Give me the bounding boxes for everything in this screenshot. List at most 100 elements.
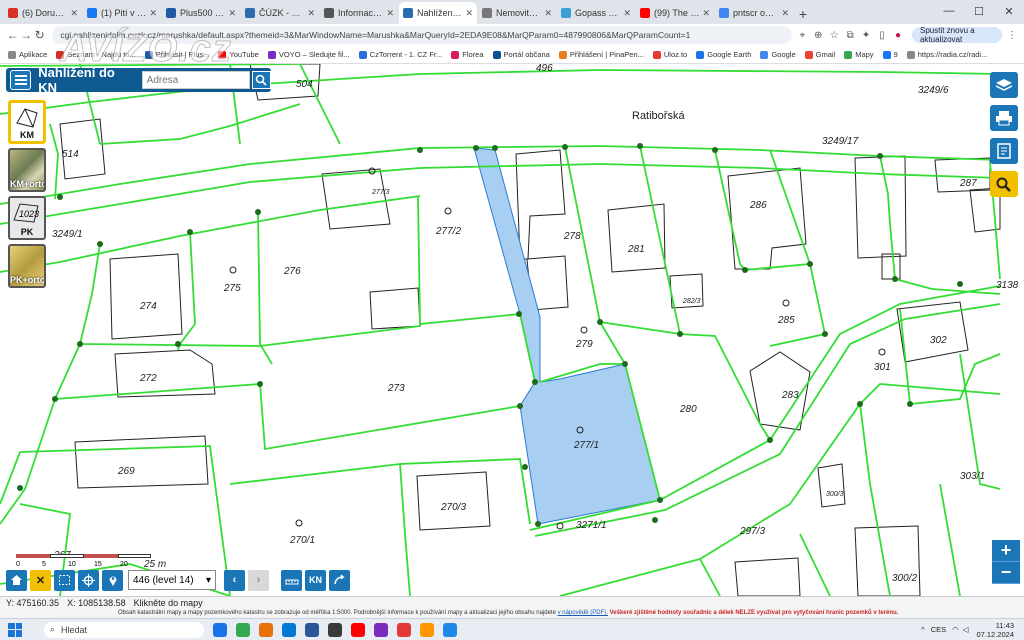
clear-button[interactable]: ✕ (30, 569, 51, 591)
menu-dots-icon[interactable]: ⋮ (1006, 30, 1018, 41)
update-button[interactable]: Spustit znovu a aktualizovat (911, 26, 1003, 44)
tab-close-icon[interactable]: ✕ (228, 8, 236, 19)
bookmark-item[interactable]: YouTube (218, 50, 259, 59)
locate-button[interactable] (78, 569, 99, 591)
kn-button[interactable]: KN (305, 569, 326, 591)
wifi-icon[interactable]: ◠ (952, 625, 959, 634)
parcel-label: 285 (777, 315, 795, 326)
identify-button[interactable] (990, 171, 1018, 197)
help-link[interactable]: v nápovědě (PDF). (558, 610, 608, 616)
browser-tab[interactable]: Informace o pozc✕ (320, 2, 398, 24)
tab-close-icon[interactable]: ✕ (544, 8, 552, 19)
bookmark-item[interactable]: Přihlásit | Plus... (144, 50, 209, 59)
browser-tab[interactable]: Nemovitosti na p✕ (478, 2, 556, 24)
browser-tab[interactable]: (1) Pití v historic✕ (83, 2, 161, 24)
chevron-up-icon[interactable]: ^ (921, 625, 925, 634)
taskbar-app-icon[interactable] (213, 622, 227, 637)
tab-close-icon[interactable]: ✕ (386, 8, 394, 19)
browser-tab[interactable]: (6) Doručené - Se✕ (4, 2, 82, 24)
measure-button[interactable] (281, 569, 302, 591)
marker-button[interactable] (102, 569, 123, 591)
reload-icon[interactable]: ↻ (33, 28, 46, 42)
highlighted-parcel[interactable] (473, 147, 661, 525)
url-field[interactable]: cgi. nahlizenidokn.cuzk.cz/marushka/defa… (52, 26, 793, 44)
taskbar-app-icon[interactable] (305, 622, 319, 637)
close-window-button[interactable]: ✕ (994, 0, 1024, 22)
minimize-button[interactable]: — (934, 0, 964, 22)
taskbar-app-icon[interactable] (374, 622, 388, 637)
bookmark-item[interactable]: Google Earth (696, 50, 751, 59)
profile-icon[interactable]: ● (892, 30, 904, 41)
zoom-icon[interactable]: ⊕ (812, 30, 824, 41)
layer-pk-orto-button[interactable]: PK+orto (8, 244, 46, 288)
zoom-out-button[interactable]: − (992, 562, 1020, 584)
sidebar-icon[interactable]: ▯ (876, 30, 888, 41)
layer-km-button[interactable]: KM (8, 100, 46, 144)
back-icon[interactable]: ← (6, 28, 19, 42)
taskbar-app-icon[interactable] (282, 622, 296, 637)
menu-button[interactable] (10, 70, 32, 90)
tab-close-icon[interactable]: ✕ (781, 8, 789, 19)
map-canvas[interactable]: 514 504 496 3249/6 3249/17 3249/1 287 28… (0, 64, 1024, 596)
browser-tab[interactable]: Gopass Property✕ (557, 2, 635, 24)
back-view-button[interactable]: ‹ (224, 569, 245, 591)
bookmark-item[interactable]: Uloz.to (652, 50, 687, 59)
tab-close-icon[interactable]: ✕ (623, 8, 631, 19)
zoom-level-select[interactable]: 446 (level 14) ▾ (128, 570, 216, 590)
bookmark-item[interactable]: Florea (451, 50, 484, 59)
taskbar-app-icon[interactable] (236, 622, 250, 637)
tab-close-icon[interactable]: ✕ (149, 8, 157, 19)
print-button[interactable] (990, 105, 1018, 131)
share-button[interactable] (329, 569, 350, 591)
bookmark-item[interactable]: Přihlášení | PinaPen... (558, 50, 644, 59)
bookmark-item[interactable]: Aplikace (8, 50, 47, 59)
location-icon[interactable]: ⌖ (796, 30, 808, 41)
browser-tab[interactable]: Plus500 Webová✕ (162, 2, 240, 24)
taskbar-app-icon[interactable] (351, 622, 365, 637)
bookmark-item[interactable]: VOYO – Sledujte fil... (267, 50, 350, 59)
forward-view-button[interactable]: › (248, 569, 269, 591)
bookmark-item[interactable]: Gmail (804, 50, 835, 59)
keyboard-language[interactable]: CES (931, 625, 946, 634)
bookmark-item[interactable]: Mapy (844, 50, 874, 59)
browser-tab[interactable]: (99) The Kelly✕ (636, 2, 714, 24)
address-search-input[interactable] (141, 71, 250, 89)
star-icon[interactable]: ☆ (828, 30, 840, 41)
taskbar-app-icon[interactable] (443, 622, 457, 637)
extensions-puzzle-icon[interactable]: ✦ (860, 30, 872, 41)
taskbar-app-icon[interactable] (259, 622, 273, 637)
search-button[interactable] (251, 71, 271, 89)
tab-close-icon[interactable]: ✕ (702, 8, 710, 19)
bookmark-item[interactable]: CzTorrent - 1. CZ Fr... (358, 50, 442, 59)
bookmark-item[interactable]: 9 (882, 50, 898, 59)
volume-icon[interactable]: ◁ (963, 625, 969, 634)
forward-icon[interactable]: → (19, 28, 32, 42)
bookmark-item[interactable]: Google (760, 50, 796, 59)
layer-pk-button[interactable]: 1023 PK (8, 196, 46, 240)
browser-tab[interactable]: Nahlížení do kat✕ (399, 2, 477, 24)
new-tab-button[interactable]: + (794, 4, 812, 24)
extension-icon[interactable]: ⧉ (844, 30, 856, 41)
clock[interactable]: 11:43 07.12.2024 (976, 621, 1014, 639)
taskbar-app-icon[interactable] (420, 622, 434, 637)
zoom-in-button[interactable]: + (992, 540, 1020, 562)
taskbar-app-icon[interactable] (397, 622, 411, 637)
tab-close-icon[interactable]: ✕ (465, 8, 473, 19)
home-button[interactable] (6, 569, 27, 591)
zoom-box-button[interactable] (54, 569, 75, 591)
bookmark-item[interactable]: https://radia.cz/radi... (906, 50, 987, 59)
taskbar-search[interactable]: ⌕ Hledat (44, 621, 204, 638)
maximize-button[interactable]: ☐ (964, 0, 994, 22)
windows-start-icon[interactable] (8, 622, 22, 637)
info-button[interactable] (990, 138, 1018, 164)
layer-km-orto-button[interactable]: KM+orto (8, 148, 46, 192)
browser-tab[interactable]: pntscr obrazovky✕ (715, 2, 793, 24)
browser-tab[interactable]: ČÚZK - Katastrální✕ (241, 2, 319, 24)
tab-close-icon[interactable]: ✕ (70, 8, 78, 19)
tab-close-icon[interactable]: ✕ (307, 8, 315, 19)
taskbar-app-icon[interactable] (328, 622, 342, 637)
cadastral-map[interactable]: 514 504 496 3249/6 3249/17 3249/1 287 28… (0, 64, 1024, 596)
bookmark-item[interactable]: Seznam - Najdu to... (56, 50, 136, 59)
bookmark-item[interactable]: Portál občana (492, 50, 550, 59)
layers-button[interactable] (990, 72, 1018, 98)
